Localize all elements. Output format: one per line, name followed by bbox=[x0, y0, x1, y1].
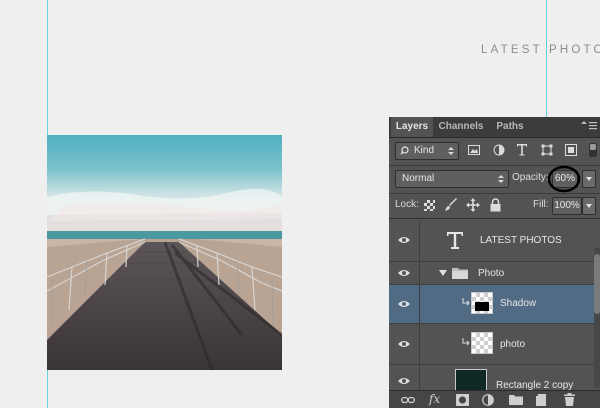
tab-layers[interactable]: Layers bbox=[391, 117, 433, 137]
layer-row[interactable]: photo bbox=[389, 324, 600, 365]
layer-name: Photo bbox=[478, 268, 505, 279]
folder-icon bbox=[452, 268, 468, 279]
layer-row[interactable]: LATEST PHOTOS bbox=[389, 221, 600, 262]
layer-name: Shadow bbox=[500, 298, 537, 309]
layer-thumbnail bbox=[471, 292, 493, 314]
updown-arrow-icon bbox=[448, 143, 454, 165]
visibility-toggle[interactable] bbox=[389, 324, 420, 364]
layer-row-selected[interactable]: Shadow bbox=[389, 285, 600, 324]
boardwalk-photo bbox=[47, 135, 282, 370]
fill-dropdown-button[interactable] bbox=[582, 197, 596, 215]
fill-field[interactable]: 100% bbox=[552, 197, 582, 215]
pixel-layer-filter-icon[interactable] bbox=[468, 144, 480, 159]
layer-name: LATEST PHOTOS bbox=[480, 235, 562, 246]
highlight-circle-icon bbox=[547, 165, 581, 193]
eye-icon bbox=[398, 341, 410, 347]
divider bbox=[389, 193, 600, 194]
fill-label: Fill: bbox=[533, 199, 549, 210]
blend-mode-select[interactable]: Normal bbox=[395, 170, 509, 188]
lock-fill-row: Lock: Fill: 100% bbox=[389, 195, 600, 217]
text-layer-icon bbox=[447, 232, 463, 249]
clipping-mask-icon bbox=[462, 298, 470, 306]
chevron-down-icon bbox=[586, 177, 592, 181]
visibility-toggle[interactable] bbox=[389, 285, 420, 323]
blend-opacity-row: Normal Opacity: 60% bbox=[389, 165, 600, 193]
lock-icon[interactable] bbox=[490, 198, 501, 215]
layer-thumbnail bbox=[471, 332, 493, 354]
new-layer-icon[interactable] bbox=[536, 394, 548, 406]
search-icon bbox=[400, 143, 410, 165]
shape-filter-icon[interactable] bbox=[541, 144, 553, 159]
brush-icon[interactable] bbox=[444, 198, 458, 215]
chevron-down-icon[interactable] bbox=[439, 270, 447, 276]
fx-icon[interactable]: fx bbox=[429, 392, 440, 406]
lock-transparent-icon[interactable] bbox=[424, 200, 435, 214]
adjustment-icon[interactable] bbox=[482, 394, 494, 406]
divider bbox=[389, 218, 600, 219]
latest-photos-heading: LATEST PHOTO bbox=[481, 44, 600, 56]
lock-label: Lock: bbox=[395, 199, 419, 210]
eye-icon bbox=[398, 270, 410, 276]
filter-toggle-icon[interactable] bbox=[588, 142, 598, 161]
layers-scrollbar[interactable] bbox=[594, 248, 600, 388]
updown-arrow-icon bbox=[498, 171, 504, 193]
type-filter-icon[interactable] bbox=[516, 143, 528, 159]
smart-object-filter-icon[interactable] bbox=[565, 144, 577, 159]
visibility-toggle[interactable] bbox=[389, 221, 420, 261]
layer-group-row[interactable]: Photo bbox=[389, 262, 600, 285]
tab-paths[interactable]: Paths bbox=[489, 117, 531, 137]
trash-icon[interactable] bbox=[564, 393, 575, 406]
move-icon[interactable] bbox=[466, 198, 480, 215]
mask-icon[interactable] bbox=[456, 394, 469, 406]
layer-row[interactable]: Rectangle 2 copy bbox=[389, 365, 600, 393]
scrollbar-thumb[interactable] bbox=[594, 254, 600, 314]
adjustment-filter-icon[interactable] bbox=[493, 144, 505, 159]
filter-kind-label: Kind bbox=[414, 145, 435, 156]
clipping-mask-icon bbox=[462, 338, 470, 346]
layers-panel: Layers Channels Paths Kind Normal Opacit… bbox=[389, 117, 600, 408]
blend-mode-value: Normal bbox=[402, 173, 435, 184]
tab-channels[interactable]: Channels bbox=[435, 117, 487, 137]
eye-icon bbox=[398, 237, 410, 243]
opacity-dropdown-button[interactable] bbox=[582, 170, 596, 188]
filter-kind-select[interactable]: Kind bbox=[395, 142, 459, 160]
eye-icon bbox=[398, 301, 410, 307]
opacity-label: Opacity: bbox=[512, 172, 549, 183]
folder-icon[interactable] bbox=[509, 394, 523, 405]
chevron-down-icon bbox=[586, 204, 592, 208]
fill-value: 100% bbox=[554, 200, 580, 211]
eye-icon bbox=[398, 378, 410, 384]
visibility-toggle[interactable] bbox=[389, 365, 420, 391]
link-icon[interactable] bbox=[401, 395, 415, 405]
layer-name: photo bbox=[500, 339, 526, 350]
panel-menu-icon[interactable] bbox=[579, 119, 599, 133]
filter-row: Kind bbox=[389, 139, 600, 165]
visibility-toggle[interactable] bbox=[389, 262, 420, 284]
panel-tab-bar: Layers Channels Paths bbox=[389, 117, 600, 138]
panel-bottom-bar: fx bbox=[389, 390, 600, 408]
